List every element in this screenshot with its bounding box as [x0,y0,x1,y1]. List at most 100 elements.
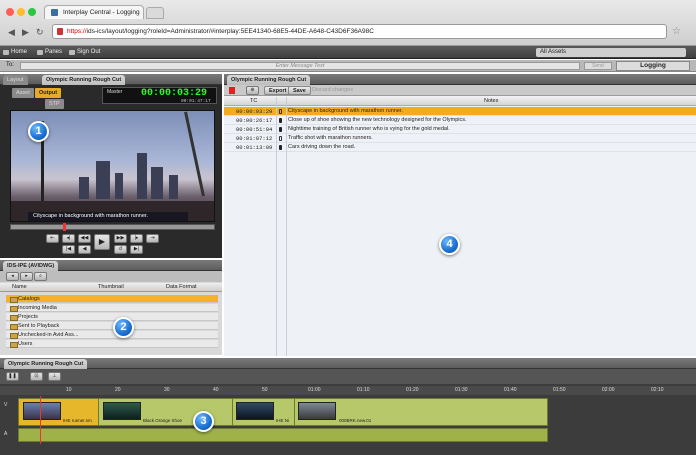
column-data-format[interactable]: Data Format [166,284,197,290]
mark-out-icon[interactable]: ⇥ [146,234,159,243]
play-loop-icon[interactable]: ↺ [114,245,127,254]
logging-tabstrip: Olympic Running Rough Cut [224,74,696,85]
browser-tab[interactable]: Interplay Central - Logging [44,5,144,19]
mode-selector[interactable]: Logging [616,61,690,71]
send-button[interactable]: Send [584,62,612,70]
marker-icon [279,145,282,150]
home-button[interactable]: Home [2,48,31,57]
log-note[interactable]: Cars driving down the road. [288,144,355,150]
stp-button[interactable]: STP [45,99,64,109]
go-to-in-icon[interactable]: |◀ [62,245,75,254]
playhead-marker[interactable] [63,223,66,231]
to-label: To: [6,62,15,68]
column-thumbnail[interactable]: Thumbnail [98,284,124,290]
folder-row[interactable]: Unchecked-in Avid Ass... [6,331,218,339]
mark-in-icon[interactable]: ⇤ [46,234,59,243]
tab-ids[interactable]: IDS-IPE (AVIDWG) [3,261,59,271]
log-timecode: 00:01:13:09 [236,144,273,151]
marker-icon [279,136,282,141]
log-note[interactable]: Traffic shot with marathon runners. [288,135,373,141]
fast-forward-icon[interactable]: ▶▶ [114,234,127,243]
log-row[interactable]: 00:01:07:12 Traffic shot with marathon ru… [224,134,696,143]
log-note[interactable]: Close up of shoe showing the new technol… [288,117,467,123]
folder-row[interactable]: Projects [6,313,218,321]
save-button[interactable]: Save [288,86,311,95]
logging-panel: Olympic Running Rough Cut ⊕ Export Save … [224,74,696,356]
asset-button[interactable]: Asset [12,88,34,98]
track-label-a1: A [4,431,8,437]
address-bar[interactable]: https://ids-ics/layout/logging?roleId=Ad… [52,24,667,39]
discard-button[interactable]: Discard changes [312,87,353,93]
new-tab-button[interactable] [146,7,164,19]
audio-track[interactable] [18,428,548,442]
ruler-tick: 20 [115,387,121,393]
reload-icon[interactable]: ↻ [36,27,44,38]
tab-layout[interactable]: Layout [3,75,28,85]
folder-row[interactable]: Incoming Media [6,304,218,312]
log-timecode: 00:00:51:04 [236,126,273,133]
folder-row[interactable]: Catalogs [6,295,218,303]
add-marker-icon[interactable]: ⊕ [246,86,259,95]
marker-color-icon[interactable] [229,87,235,94]
timeline-clip[interactable]: IHE Ni [233,399,295,425]
play-reverse-icon[interactable]: ◀ [78,245,91,254]
callout-badge: 3 [193,411,214,432]
step-forward-icon[interactable]: |▸ [130,234,143,243]
message-input[interactable]: Enter Message Text [20,62,580,70]
lock-icon [57,28,63,35]
player-tabstrip: Layout Olympic Running Rough Cut [0,74,222,85]
pause-icon[interactable]: ❚❚ [6,372,19,381]
folder-row[interactable]: Users [6,340,218,348]
search-icon[interactable]: ⌕ [34,272,47,281]
log-row[interactable]: 00:00:26:17 Close up of shoe showing the … [224,116,696,125]
timeline-ruler[interactable]: 10 20 30 40 50 01:00 01:10 01:20 01:30 0… [0,386,696,395]
player-panel: Layout Olympic Running Rough Cut Asset O… [0,74,222,258]
minimize-window-icon[interactable] [17,8,25,16]
log-row[interactable]: 00:00:51:04 Nighttime training of British… [224,125,696,134]
zoom-icon[interactable]: ⊡ [30,372,43,381]
timeline-playhead[interactable] [40,396,41,444]
play-icon[interactable]: ▶ [94,234,110,250]
tab-logging-sequence[interactable]: Olympic Running Rough Cut [227,75,311,85]
folder-row[interactable]: Sent to Playback [6,322,218,330]
back-icon[interactable]: ◀ [8,27,15,38]
building-shape [169,175,178,199]
step-back-icon[interactable]: ◂| [62,234,75,243]
ids-column-header: Name Thumbnail Data Format [0,283,222,292]
close-window-icon[interactable] [6,8,14,16]
bookmark-star-icon[interactable]: ☆ [672,26,681,37]
go-to-out-icon[interactable]: ▶| [130,245,143,254]
log-row[interactable]: 00:00:03:29 Cityscape in background with … [224,107,696,116]
log-note[interactable]: Cityscape in background with marathon ru… [288,108,403,114]
split-icon[interactable]: ⊥ [48,372,61,381]
log-note[interactable]: Nighttime training of British runner who… [288,126,450,132]
sign-out-button[interactable]: Sign Out [68,48,104,57]
clip-label: IHE Ni [276,418,290,423]
tab-timeline-sequence[interactable]: Olympic Running Rough Cut [4,359,88,369]
back-nav-icon[interactable]: ◂ [6,272,19,281]
scrub-bar[interactable] [10,223,215,231]
message-bar: To: Enter Message Text Send Logging [0,60,696,72]
rewind-icon[interactable]: ◀◀ [78,234,91,243]
building-shape [137,153,147,199]
column-tc[interactable]: TC [250,98,257,104]
ruler-tick: 01:00 [308,387,321,393]
timeline-clip[interactable]: 000BRK.new.01 [295,399,547,425]
video-track[interactable]: IHE runner.sm Black Orange Shoe IHE Ni 0… [18,398,548,426]
panes-button[interactable]: Panes [36,48,66,57]
zoom-window-icon[interactable] [28,8,36,16]
output-button[interactable]: Output [35,88,62,98]
ruler-tick: 30 [164,387,170,393]
forward-icon[interactable]: ▶ [22,27,29,38]
assets-dropdown[interactable]: All Assets [536,48,686,57]
column-divider [276,97,277,356]
timeline-tabstrip: Olympic Running Rough Cut [0,358,696,369]
column-notes[interactable]: Notes [484,98,498,104]
column-name[interactable]: Name [12,284,27,290]
building-shape [115,173,123,199]
log-row[interactable]: 00:01:13:09 Cars driving down the road. [224,143,696,152]
forward-nav-icon[interactable]: ▸ [20,272,33,281]
tab-player-sequence[interactable]: Olympic Running Rough Cut [42,75,126,85]
timeline-clip[interactable]: IHE runner.sm [19,399,99,425]
clip-label: Black Orange Shoe [143,418,183,423]
